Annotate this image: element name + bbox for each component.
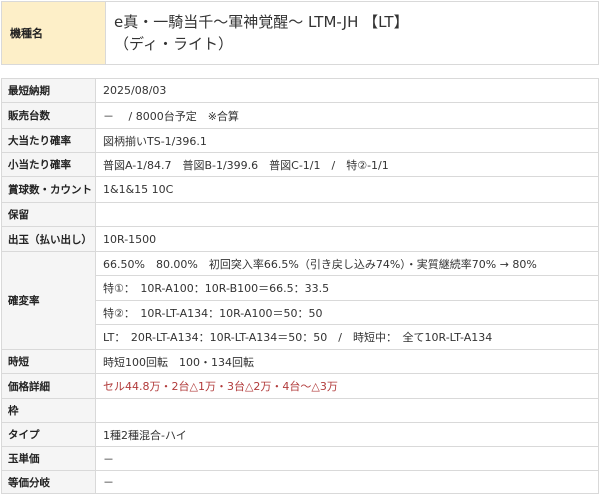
machine-name-label: 機種名 <box>1 1 106 65</box>
spec-row-small-prob: 小当たり確率 普図A-1/84.7 普図B-1/399.6 普図C-1/1 / … <box>1 152 599 177</box>
machine-name-value: e真・一騎当千～軍神覚醒～ LTM-JH 【LT】 （ディ・ライト） <box>105 1 599 65</box>
spec-row-payout: 出玉（払い出し） 10R-1500 <box>1 226 599 252</box>
spec-row-frame: 枠 <box>1 398 599 423</box>
spec-label: タイプ <box>1 422 96 447</box>
spec-value: 図柄揃いTS-1/396.1 <box>95 128 599 153</box>
spec-row-kakuhen-1: 確変率 66.50% 80.00% 初回突入率66.5%（引き戻し込み74%）・… <box>1 251 599 350</box>
machine-title-table: 機種名 e真・一騎当千～軍神覚醒～ LTM-JH 【LT】 （ディ・ライト） <box>1 1 599 65</box>
spec-label: 販売台数 <box>1 102 96 129</box>
spec-value: 10R-1500 <box>95 226 599 252</box>
spec-row-big-prob: 大当たり確率 図柄揃いTS-1/396.1 <box>1 128 599 153</box>
spec-label: 時短 <box>1 349 96 374</box>
spec-value: － / 8000台予定 ※合算 <box>95 102 599 129</box>
spec-row-sales: 販売台数 － / 8000台予定 ※合算 <box>1 102 599 129</box>
spec-value: － <box>95 446 599 471</box>
machine-name-line1: e真・一騎当千～軍神覚醒～ LTM-JH 【LT】 <box>114 13 409 31</box>
spec-label: 賞球数・カウント <box>1 176 96 203</box>
spec-value: 1&1&15 10C <box>95 176 599 203</box>
spec-label: 等価分岐 <box>1 470 96 494</box>
spec-label: 確変率 <box>1 251 96 350</box>
spec-table: 最短納期 2025/08/03 販売台数 － / 8000台予定 ※合算 大当た… <box>1 78 599 494</box>
spec-label: 小当たり確率 <box>1 152 96 177</box>
spec-value: 時短100回転 100・134回転 <box>95 349 599 374</box>
spec-label: 最短納期 <box>1 78 96 103</box>
spec-value: 特②： 10R-LT-A134：10R-A100＝50：50 <box>95 300 599 325</box>
spec-value: － <box>95 470 599 494</box>
spec-row-jitan: 時短 時短100回転 100・134回転 <box>1 349 599 374</box>
machine-spec-page: 機種名 e真・一騎当千～軍神覚醒～ LTM-JH 【LT】 （ディ・ライト） 最… <box>0 0 600 501</box>
spec-row-hold: 保留 <box>1 202 599 227</box>
machine-maker: （ディ・ライト） <box>114 35 233 53</box>
spec-value: 2025/08/03 <box>95 78 599 103</box>
spec-value: 66.50% 80.00% 初回突入率66.5%（引き戻し込み74%）・実質継続… <box>95 251 599 276</box>
spec-value <box>95 202 599 227</box>
spec-label: 保留 <box>1 202 96 227</box>
spec-row-break-even: 等価分岐 － <box>1 470 599 494</box>
spec-label: 大当たり確率 <box>1 128 96 153</box>
spec-label: 価格詳細 <box>1 373 96 399</box>
spec-row-price: 価格詳細 セル44.8万・2台△1万・3台△2万・4台～△3万 <box>1 373 599 399</box>
spec-label: 出玉（払い出し） <box>1 226 96 252</box>
spec-row-release: 最短納期 2025/08/03 <box>1 78 599 103</box>
spec-row-prize-count: 賞球数・カウント 1&1&15 10C <box>1 176 599 203</box>
machine-name-row: 機種名 e真・一騎当千～軍神覚醒～ LTM-JH 【LT】 （ディ・ライト） <box>1 1 599 65</box>
spec-label: 玉単価 <box>1 446 96 471</box>
spec-row-ball-price: 玉単価 － <box>1 446 599 471</box>
spec-value <box>95 398 599 423</box>
spec-row-type: タイプ 1種2種混合-ハイ <box>1 422 599 447</box>
spec-value: 1種2種混合-ハイ <box>95 422 599 447</box>
spec-value: LT： 20R-LT-A134：10R-LT-A134＝50：50 / 時短中：… <box>95 324 599 350</box>
spec-label: 枠 <box>1 398 96 423</box>
spec-value: 特①： 10R-A100：10R-B100＝66.5：33.5 <box>95 275 599 301</box>
price-value: セル44.8万・2台△1万・3台△2万・4台～△3万 <box>95 373 599 399</box>
spec-value: 普図A-1/84.7 普図B-1/399.6 普図C-1/1 / 特②-1/1 <box>95 152 599 177</box>
